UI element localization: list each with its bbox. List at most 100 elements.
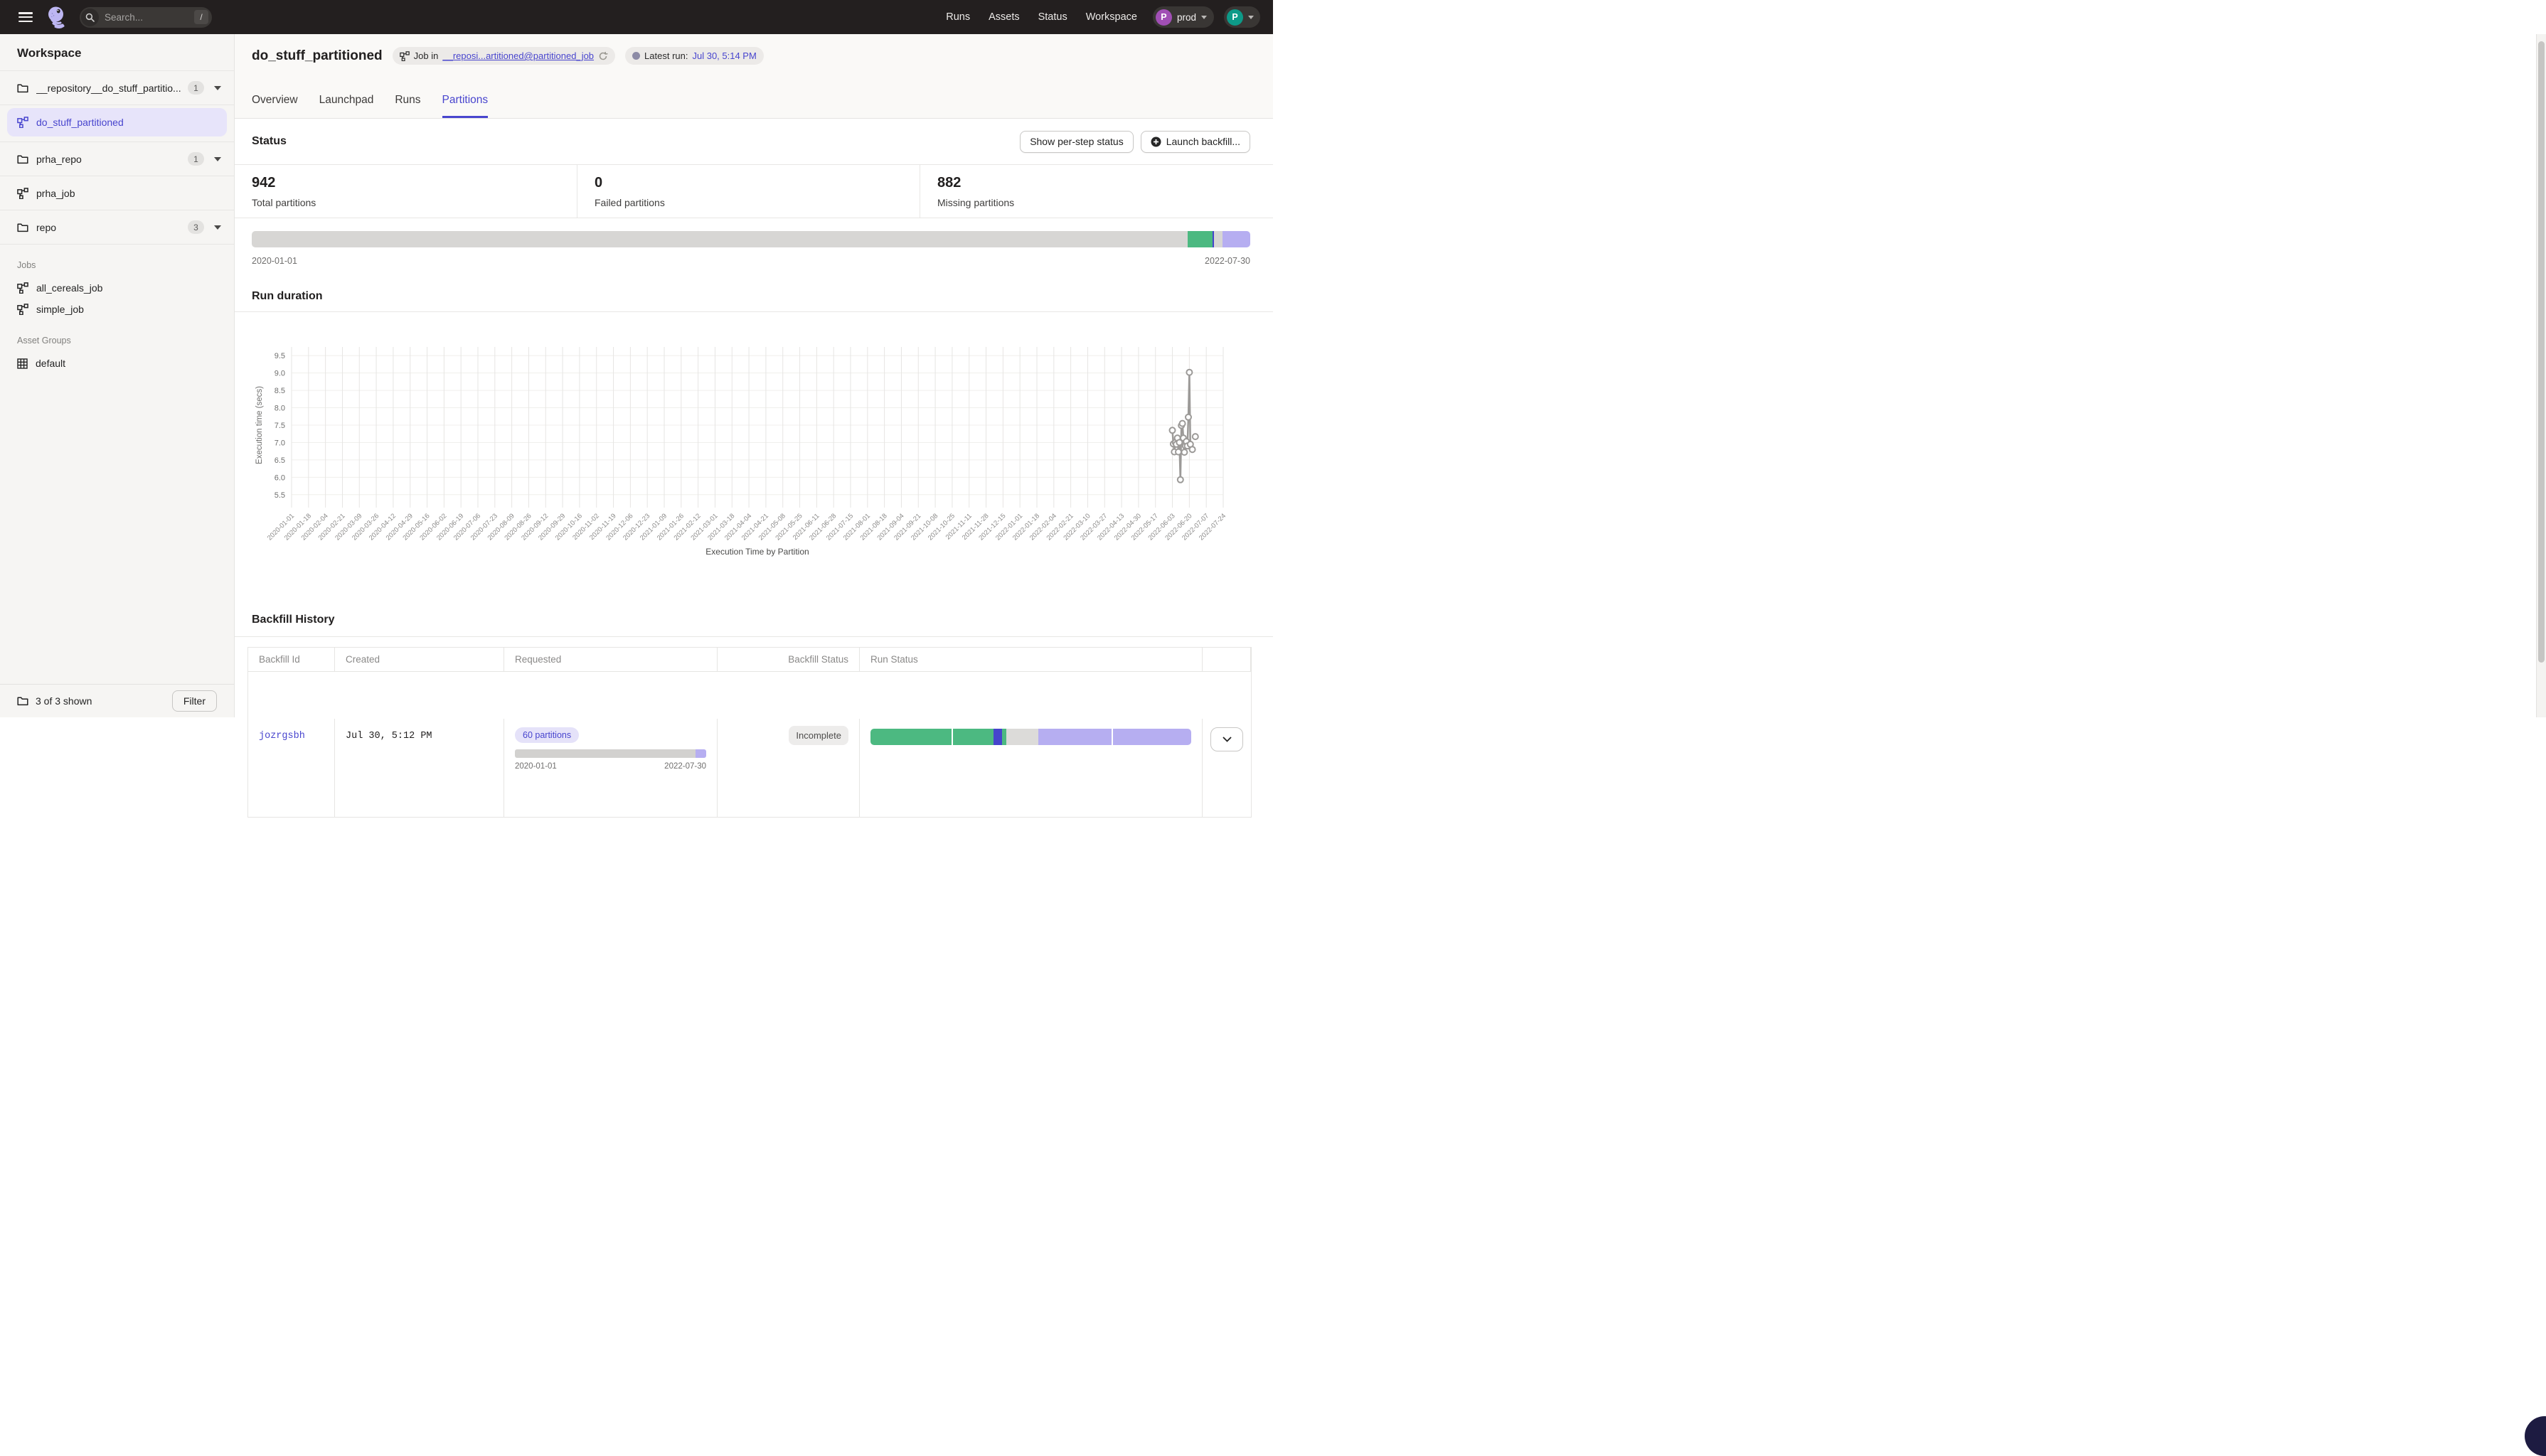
workspace-sidebar: Workspace __repository__do_stuff_partiti… [0, 34, 235, 717]
top-navigation: Runs Assets Status Workspace [946, 11, 1137, 23]
requested-range-end: 2022-07-30 [664, 762, 706, 771]
tab-overview[interactable]: Overview [252, 94, 298, 118]
bar-segment [1038, 729, 1112, 745]
repos-shown-count: 3 of 3 shown [36, 695, 172, 707]
tab-runs[interactable]: Runs [395, 94, 420, 118]
bar-segment [252, 231, 1188, 247]
sidebar-item-label: prha_job [36, 188, 224, 199]
job-origin-tag: Job in __reposi...artitioned@partitioned… [393, 47, 615, 65]
sidebar-item-selected[interactable]: do_stuff_partitioned [7, 108, 227, 136]
stat-total-partitions: 942Total partitions [235, 165, 577, 218]
scrollbar-thumb[interactable] [2538, 41, 2545, 663]
job-count-badge: 1 [188, 152, 204, 166]
user-avatar: P [1227, 9, 1243, 26]
chevron-down-icon[interactable] [214, 157, 221, 161]
filter-button[interactable]: Filter [172, 690, 217, 712]
nav-workspace[interactable]: Workspace [1086, 11, 1137, 23]
run-duration-section: Run duration 9.59.08.58.07.57.06.56.05.5… [235, 284, 1273, 312]
status-section-header: Status Show per-step status Launch backf… [235, 119, 1273, 165]
show-per-step-status-button[interactable]: Show per-step status [1020, 131, 1134, 153]
job-icon [400, 51, 410, 61]
created-cell: Jul 30, 5:12 PM [335, 719, 504, 818]
chevron-down-icon[interactable] [214, 225, 221, 230]
run-duration-chart[interactable]: 9.59.08.58.07.57.06.56.05.52020-01-01202… [252, 320, 1256, 565]
jobs-heading: Jobs [17, 260, 234, 270]
bar-segment [1112, 729, 1191, 745]
y-tick-label: 8.5 [275, 387, 285, 395]
expand-row-button[interactable] [1210, 727, 1243, 751]
search-input[interactable]: Search... / [80, 7, 212, 28]
folder-icon [17, 223, 28, 232]
deployment-label: prod [1177, 12, 1196, 23]
tab-partitions[interactable]: Partitions [442, 94, 489, 118]
run-status-dot-icon [632, 52, 640, 60]
bar-segment [870, 729, 952, 745]
job-count-badge: 1 [188, 81, 204, 95]
hamburger-menu-icon[interactable] [18, 12, 33, 22]
requested-range-bar [515, 749, 706, 758]
sidebar-item-do_stuff_partitioned: do_stuff_partitioned [0, 108, 234, 142]
latest-run-time-link[interactable]: Jul 30, 5:14 PM [692, 50, 756, 61]
sidebar-job-simple_job[interactable]: simple_job [17, 299, 234, 320]
job-tag-prefix: Job in [414, 50, 439, 61]
column-header-actions [1203, 648, 1251, 672]
launch-backfill-button[interactable]: Launch backfill... [1141, 131, 1250, 153]
job-icon [17, 117, 28, 128]
main-content: do_stuff_partitioned Job in __reposi...a… [235, 34, 1273, 717]
user-menu[interactable]: P [1224, 6, 1260, 28]
partition-range-start: 2020-01-01 [252, 256, 297, 266]
y-tick-label: 6.0 [275, 473, 285, 482]
chevron-down-icon [1223, 737, 1232, 742]
sidebar-title: Workspace [0, 34, 234, 70]
backfill-table: Backfill Id Created Requested Backfill S… [247, 647, 1252, 818]
tab-launchpad[interactable]: Launchpad [319, 94, 374, 118]
partition-status-bar-block: 2020-01-01 2022-07-30 [252, 231, 1250, 266]
sidebar-item-repo[interactable]: repo3 [0, 210, 234, 245]
data-point [1186, 370, 1192, 375]
folder-icon [17, 83, 28, 93]
data-point [1178, 477, 1183, 483]
requested-range-start: 2020-01-01 [515, 762, 557, 771]
sidebar-item-__repository__do_stuff_partitio-[interactable]: __repository__do_stuff_partitio...1 [0, 71, 234, 105]
bar-segment [696, 749, 706, 758]
requested-partitions-pill[interactable]: 60 partitions [515, 727, 579, 743]
search-placeholder: Search... [105, 12, 194, 23]
partition-status-bar[interactable] [252, 231, 1250, 247]
nav-assets[interactable]: Assets [989, 11, 1020, 23]
chevron-down-icon [1201, 16, 1207, 19]
bar-segment [515, 749, 696, 758]
nav-runs[interactable]: Runs [946, 11, 970, 23]
sidebar-item-prha_job[interactable]: prha_job [0, 176, 234, 210]
sidebar-item-label: repo [36, 222, 188, 233]
y-tick-label: 9.5 [275, 352, 285, 360]
sidebar-item-prha_repo[interactable]: prha_repo1 [0, 142, 234, 176]
stat-label: Missing partitions [937, 197, 1273, 208]
job-tag-link[interactable]: __reposi...artitioned@partitioned_job [442, 50, 594, 61]
job-count-badge: 3 [188, 220, 204, 234]
job-icon [17, 304, 28, 315]
bar-segment [1006, 729, 1039, 745]
column-header-backfill-id: Backfill Id [248, 648, 335, 672]
sidebar-job-all_cereals_job[interactable]: all_cereals_job [17, 277, 234, 299]
asset-group-icon [17, 358, 28, 369]
run-status-bar[interactable] [870, 729, 1191, 745]
latest-run-tag: Latest run: Jul 30, 5:14 PM [625, 47, 764, 65]
page-scrollbar[interactable] [2536, 34, 2546, 717]
refresh-icon[interactable] [598, 51, 608, 61]
sidebar-asset-group-default[interactable]: default [17, 353, 234, 374]
column-header-requested: Requested [504, 648, 718, 672]
job-label: simple_job [36, 304, 84, 315]
folder-icon [17, 154, 28, 164]
nav-status[interactable]: Status [1038, 11, 1067, 23]
actions-cell [1203, 719, 1251, 818]
y-tick-label: 5.5 [275, 491, 285, 500]
job-icon [17, 188, 28, 199]
dagster-logo-icon[interactable] [47, 6, 67, 28]
stat-failed-partitions: 0Failed partitions [577, 165, 920, 218]
data-point [1193, 434, 1198, 439]
deployment-avatar: P [1156, 9, 1172, 26]
deployment-switcher[interactable]: P prod [1153, 6, 1214, 28]
corner-widget[interactable] [2525, 1416, 2546, 1456]
backfill-id-link[interactable]: jozrgsbh [259, 731, 305, 742]
chevron-down-icon[interactable] [214, 86, 221, 90]
